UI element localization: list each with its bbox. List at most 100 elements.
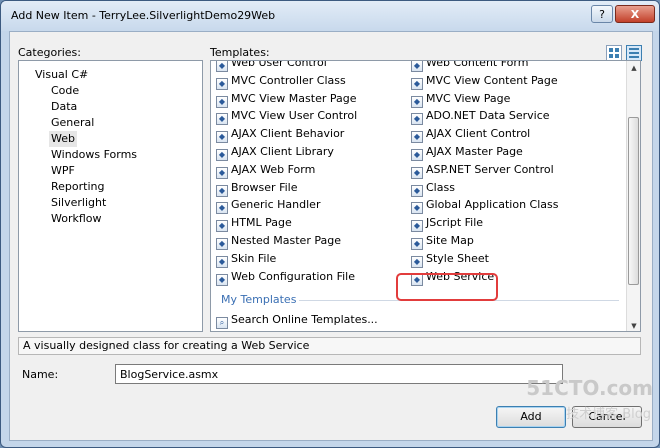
name-label: Name:: [22, 368, 59, 381]
template-item[interactable]: ◆ AJAX Web Form: [216, 161, 315, 179]
template-item[interactable]: ◆ JScript File: [411, 214, 483, 233]
template-label: MVC View Master Page: [231, 91, 357, 105]
scroll-up-icon[interactable]: ▲: [628, 61, 640, 75]
template-label: AJAX Master Page: [426, 145, 523, 158]
generic-handler-icon: ◆: [216, 202, 228, 215]
category-item[interactable]: Visual C#: [33, 67, 90, 83]
template-item[interactable]: ◆ MVC View User Control: [216, 107, 358, 126]
category-item[interactable]: Web: [49, 131, 77, 147]
mvc-content-page-icon: ◆: [411, 77, 423, 90]
template-label: Skin File: [231, 251, 277, 265]
web-content-form-icon: ◆: [411, 61, 423, 72]
global-app-class-icon: ◆: [411, 202, 423, 215]
search-online-templates[interactable]: ⌕ Search Online Templates...: [216, 311, 378, 329]
category-item[interactable]: Workflow: [49, 211, 104, 227]
my-templates-heading: My Templates: [221, 293, 297, 306]
template-label: AJAX Client Library: [231, 145, 334, 158]
template-label: ADO.NET Data Service: [426, 109, 550, 123]
large-icons-view-button[interactable]: [606, 45, 622, 61]
template-item[interactable]: ◆ AJAX Master Page: [411, 143, 523, 161]
template-item[interactable]: ◆ ASP.NET Server Control: [411, 161, 554, 179]
template-item[interactable]: ◆ Nested Master Page: [216, 232, 341, 250]
template-item[interactable]: ◆ Skin File: [216, 250, 277, 268]
template-description: A visually designed class for creating a…: [18, 337, 641, 355]
help-button[interactable]: ?: [591, 5, 613, 23]
template-label: Class: [426, 180, 455, 194]
template-item[interactable]: ◆ AJAX Client Behavior: [216, 125, 345, 144]
class-icon: ◆: [411, 184, 423, 197]
template-label: Web User Control: [231, 60, 327, 69]
ajax-web-form-icon: ◆: [216, 166, 228, 179]
add-button[interactable]: Add: [496, 406, 566, 428]
template-label: MVC View Page: [426, 91, 511, 105]
template-label: AJAX Client Behavior: [231, 127, 345, 141]
template-label: Browser File: [231, 180, 298, 194]
template-item[interactable]: ◆ AJAX Client Control: [411, 125, 531, 144]
category-item[interactable]: Code: [49, 83, 81, 99]
templates-label: Templates:: [210, 46, 270, 59]
template-label: Site Map: [426, 234, 474, 247]
window-title: Add New Item - TerryLee.SilverlightDemo2…: [11, 9, 276, 22]
category-item[interactable]: General: [49, 115, 96, 131]
category-item[interactable]: Windows Forms: [49, 147, 139, 163]
template-label: Generic Handler: [231, 198, 321, 212]
category-item[interactable]: WPF: [49, 163, 77, 179]
search-online-label: Search Online Templates...: [231, 313, 378, 326]
templates-scrollbar[interactable]: ▲ ▼: [626, 61, 640, 331]
watermark-caption: 技术博客 Blog: [566, 407, 651, 422]
template-item[interactable]: ◆ MVC View Page: [411, 90, 511, 108]
template-item[interactable]: ◆ Site Map: [411, 232, 474, 250]
templates-list: ◆ Web User Control ◆ MVC Controller Class ◆ M…: [210, 60, 641, 332]
template-label: MVC Controller Class: [231, 73, 346, 87]
html-page-icon: ◆: [216, 220, 228, 233]
template-label: MVC View Content Page: [426, 73, 558, 87]
close-button[interactable]: X: [615, 5, 655, 23]
small-icons-view-button[interactable]: [626, 45, 642, 61]
mvc-user-control-icon: ◆: [216, 113, 228, 126]
ajax-behavior-icon: ◆: [216, 131, 228, 144]
template-label: Style Sheet: [426, 251, 489, 265]
category-item[interactable]: Data: [49, 99, 79, 115]
template-item[interactable]: ◆ Web Configuration File: [216, 268, 355, 286]
template-item[interactable]: ◆ ADO.NET Data Service: [411, 107, 550, 126]
template-item[interactable]: ◆ MVC View Content Page: [411, 72, 558, 90]
template-item[interactable]: ◆ Web User Control: [216, 60, 327, 72]
mvc-master-page-icon: ◆: [216, 95, 228, 108]
template-item[interactable]: ◆ Global Application Class: [411, 196, 558, 215]
template-label: Nested Master Page: [231, 234, 341, 247]
watermark-logo: 51CTO.com: [526, 376, 653, 400]
template-label: ASP.NET Server Control: [426, 162, 554, 176]
style-sheet-icon: ◆: [411, 255, 423, 268]
large-icons-icon: [609, 48, 619, 58]
template-item[interactable]: ◆ MVC Controller Class: [216, 72, 346, 90]
search-online-icon: ⌕: [216, 317, 228, 329]
site-map-icon: ◆: [411, 238, 423, 250]
jscript-file-icon: ◆: [411, 220, 423, 233]
template-item[interactable]: ◆ MVC View Master Page: [216, 90, 357, 108]
template-item[interactable]: ◆ Style Sheet: [411, 250, 489, 268]
template-item[interactable]: ◆ Web Content Form: [411, 61, 528, 72]
template-item[interactable]: ◆ Class: [411, 179, 455, 197]
name-input[interactable]: [115, 364, 563, 384]
server-control-icon: ◆: [411, 166, 423, 179]
template-item[interactable]: ◆ AJAX Client Library: [216, 143, 334, 161]
mvc-controller-icon: ◆: [216, 77, 228, 90]
nested-master-page-icon: ◆: [216, 238, 228, 250]
add-new-item-dialog: Add New Item - TerryLee.SilverlightDemo2…: [0, 0, 660, 448]
template-item[interactable]: ◆ Generic Handler: [216, 196, 321, 215]
template-item[interactable]: ◆ Browser File: [216, 179, 298, 197]
template-label: MVC View User Control: [231, 109, 358, 123]
categories-label: Categories:: [18, 46, 81, 59]
categories-tree: Visual C# Code Data General Web Windows Forms…: [18, 60, 203, 332]
scroll-down-icon[interactable]: ▼: [628, 319, 640, 331]
web-config-icon: ◆: [216, 273, 228, 286]
category-item[interactable]: Reporting: [49, 179, 106, 195]
ajax-control-icon: ◆: [411, 131, 423, 144]
category-item[interactable]: Silverlight: [49, 195, 108, 211]
skin-file-icon: ◆: [216, 255, 228, 268]
ajax-library-icon: ◆: [216, 149, 228, 161]
data-service-icon: ◆: [411, 113, 423, 126]
template-label: AJAX Client Control: [426, 127, 531, 141]
scroll-thumb[interactable]: [628, 117, 639, 285]
template-item[interactable]: ◆ HTML Page: [216, 214, 292, 233]
